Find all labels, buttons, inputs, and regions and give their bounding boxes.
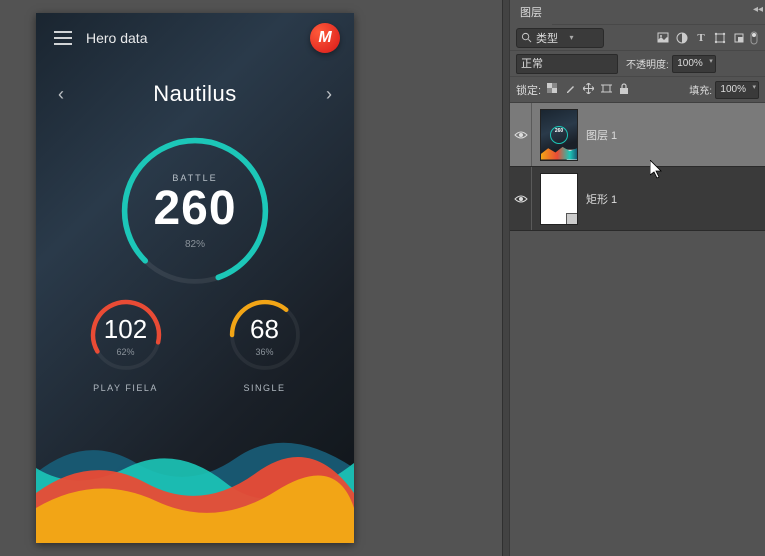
layer-name[interactable]: 图层 1 — [586, 127, 617, 143]
lock-transparency-icon[interactable] — [545, 83, 559, 97]
fill-label: 填充: — [689, 82, 712, 97]
brand-badge[interactable]: M — [310, 23, 340, 53]
mock-header: Hero data M — [36, 13, 354, 63]
layers-list: 260▣ 图层 1 矩形 1 — [510, 102, 765, 231]
stat2-label: SINGLE — [215, 383, 315, 393]
lock-row: 锁定: 填充: — [510, 76, 765, 102]
lock-position-icon[interactable] — [581, 83, 595, 97]
opacity-input[interactable] — [672, 55, 716, 73]
filter-toggle[interactable] — [749, 29, 759, 47]
opacity-label: 不透明度: — [626, 56, 669, 71]
wave-decoration — [36, 413, 354, 543]
blend-mode-select[interactable]: 正常 — [516, 54, 618, 74]
header-title: Hero data — [86, 30, 147, 46]
filter-adjust-icon[interactable] — [673, 29, 691, 47]
chevron-left-icon[interactable]: ‹ — [58, 84, 64, 105]
filter-pixel-icon[interactable] — [654, 29, 672, 47]
chevron-right-icon[interactable]: › — [326, 84, 332, 105]
layers-panel: ◂◂ 图层 类型 ▾ T 正常 不透明度: 锁定: — [509, 0, 765, 556]
blend-row: 正常 不透明度: — [510, 50, 765, 76]
hero-nav: ‹ Nautilus › — [36, 71, 354, 117]
shape-layer-icon — [566, 213, 578, 225]
filter-label: 类型 — [536, 30, 562, 46]
stat-play-fiela: 102 62% PLAY FIELA — [76, 297, 176, 393]
layer-thumbnail[interactable] — [540, 173, 578, 225]
layer-thumbnail[interactable]: 260▣ — [540, 109, 578, 161]
layer-row-2[interactable]: 矩形 1 — [510, 167, 765, 231]
hero-name: Nautilus — [153, 81, 236, 107]
main-stat-ring: BATTLE 260 82% — [115, 131, 275, 291]
canvas-mockup: Hero data M ‹ Nautilus › BATTLE 260 82% … — [36, 13, 354, 543]
lock-all-icon[interactable] — [617, 83, 631, 97]
filter-type-icon[interactable]: T — [692, 29, 710, 47]
visibility-toggle[interactable] — [510, 167, 532, 230]
panel-collapse-icon[interactable]: ◂◂ — [753, 4, 763, 15]
layer-row-1[interactable]: 260▣ 图层 1 — [510, 103, 765, 167]
lock-paint-icon[interactable] — [563, 83, 577, 97]
filter-smart-icon[interactable] — [730, 29, 748, 47]
layer-name[interactable]: 矩形 1 — [586, 191, 617, 207]
tab-layers[interactable]: 图层 — [510, 0, 552, 25]
filter-row: 类型 ▾ T — [510, 24, 765, 50]
smart-object-icon: ▣ — [566, 149, 578, 161]
filter-shape-icon[interactable] — [711, 29, 729, 47]
stat-single: 68 36% SINGLE — [215, 297, 315, 393]
hamburger-icon[interactable] — [54, 31, 72, 45]
visibility-toggle[interactable] — [510, 103, 532, 166]
fill-input[interactable] — [715, 81, 759, 99]
lock-artboard-icon[interactable] — [599, 83, 613, 97]
filter-type-combo[interactable]: 类型 ▾ — [516, 28, 604, 48]
lock-label: 锁定: — [516, 82, 541, 98]
stat1-label: PLAY FIELA — [76, 383, 176, 393]
